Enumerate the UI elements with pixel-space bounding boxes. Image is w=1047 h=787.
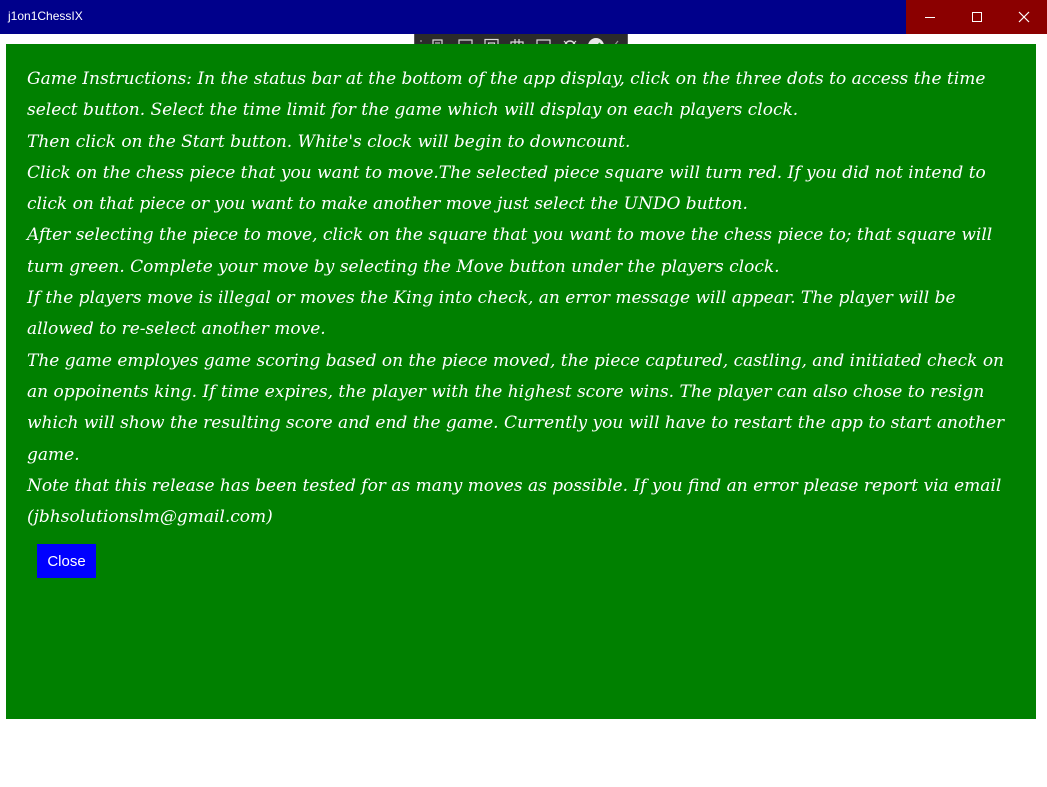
window-controls [906,0,1047,34]
close-window-button[interactable] [1000,0,1047,34]
close-button[interactable]: Close [37,544,96,578]
instructions-paragraph: The game employes game scoring based on … [27,350,1005,465]
instructions-panel: Game Instructions: In the status bar at … [6,44,1036,719]
instructions-paragraph: Game Instructions: In the status bar at … [27,69,986,121]
minimize-icon [924,17,935,18]
maximize-icon [971,12,982,22]
minimize-button[interactable] [906,0,953,34]
title-bar[interactable]: j1on1ChessIX [0,0,1047,34]
maximize-button[interactable] [953,0,1000,34]
close-icon [1018,11,1029,23]
instructions-paragraph: If the players move is illegal or moves … [27,288,956,340]
instructions-paragraph: After selecting the piece to move, click… [27,225,993,277]
app-title: j1on1ChessIX [8,9,83,23]
instructions-text: Game Instructions: In the status bar at … [27,64,1022,533]
instructions-paragraph: Click on the chess piece that you want t… [27,162,986,215]
instructions-paragraph: Note that this release has been tested f… [27,475,1002,528]
instructions-paragraph: Then click on the Start button. White's … [27,131,631,152]
